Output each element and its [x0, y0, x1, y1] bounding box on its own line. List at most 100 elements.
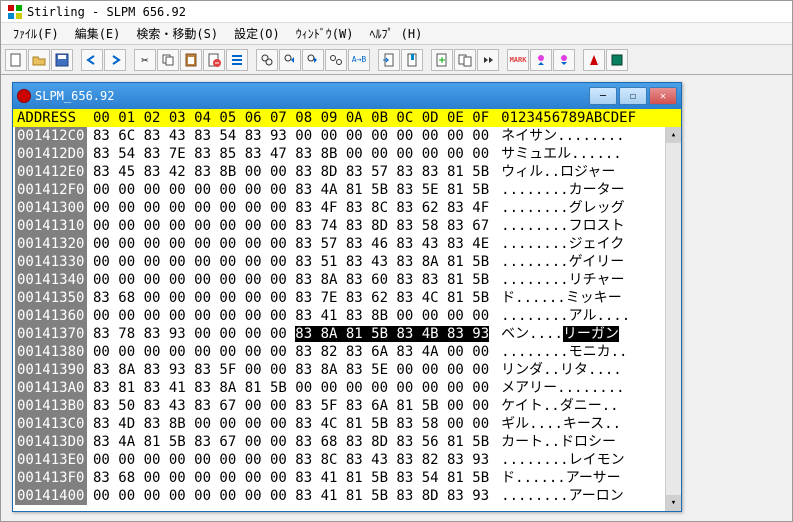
hex-bytes[interactable]: 00 00 00 00 00 00 00 00 83 41 81 5B 83 8…	[87, 487, 489, 505]
hex-bytes[interactable]: 83 6C 83 43 83 54 83 93 00 00 00 00 00 0…	[87, 127, 489, 145]
dup-doc-button[interactable]	[454, 49, 476, 71]
hex-rows[interactable]: 001412C083 6C 83 43 83 54 83 93 00 00 00…	[13, 127, 681, 505]
save-button[interactable]	[51, 49, 73, 71]
ascii-cell[interactable]: ........レイモン	[489, 451, 624, 469]
new-button[interactable]	[5, 49, 27, 71]
find-button[interactable]	[256, 49, 278, 71]
replace-button[interactable]	[325, 49, 347, 71]
hex-bytes[interactable]: 00 00 00 00 00 00 00 00 83 82 83 6A 83 4…	[87, 343, 489, 361]
ascii-cell[interactable]: ........ジェイク	[489, 235, 624, 253]
ascii-cell[interactable]: リンダ..リタ....	[489, 361, 622, 379]
hex-bytes[interactable]: 83 50 83 43 83 67 00 00 83 5F 83 6A 81 5…	[87, 397, 489, 415]
hex-row[interactable]: 001413C083 4D 83 8B 00 00 00 00 83 4C 81…	[15, 415, 679, 433]
scroll-up-button[interactable]: ▴	[666, 127, 681, 143]
scroll-down-button[interactable]: ▾	[666, 495, 681, 511]
hex-bytes[interactable]: 00 00 00 00 00 00 00 00 83 8C 83 43 83 8…	[87, 451, 489, 469]
delete-button[interactable]	[203, 49, 225, 71]
find-next-button[interactable]	[302, 49, 324, 71]
hex-row[interactable]: 0014136000 00 00 00 00 00 00 00 83 41 83…	[15, 307, 679, 325]
ascii-cell[interactable]: ギル....キース..	[489, 415, 621, 433]
close-button[interactable]: ✕	[649, 87, 677, 105]
menu-settings[interactable]: 設定(O)	[226, 23, 288, 44]
hex-row[interactable]: 001412D083 54 83 7E 83 85 83 47 83 8B 00…	[15, 145, 679, 163]
hex-bytes[interactable]: 83 4D 83 8B 00 00 00 00 83 4C 81 5B 83 5…	[87, 415, 489, 433]
menu-file[interactable]: ﾌｧｲﾙ(F)	[5, 23, 67, 44]
copy-button[interactable]	[157, 49, 179, 71]
hex-bytes[interactable]: 00 00 00 00 00 00 00 00 83 51 83 43 83 8…	[87, 253, 489, 271]
document-titlebar[interactable]: SLPM_656.92 ─ ☐ ✕	[13, 83, 681, 109]
paste-button[interactable]	[180, 49, 202, 71]
hex-row[interactable]: 001413B083 50 83 43 83 67 00 00 83 5F 83…	[15, 397, 679, 415]
hex-bytes[interactable]: 00 00 00 00 00 00 00 00 83 74 83 8D 83 5…	[87, 217, 489, 235]
hex-bytes[interactable]: 00 00 00 00 00 00 00 00 83 4F 83 8C 83 6…	[87, 199, 489, 217]
ascii-cell[interactable]: ケイト..ダニー..	[489, 397, 618, 415]
bookmark-button[interactable]	[401, 49, 423, 71]
hex-bytes[interactable]: 83 45 83 42 83 8B 00 00 83 8D 83 57 83 8…	[87, 163, 489, 181]
ascii-cell[interactable]: ........リチャー	[489, 271, 624, 289]
hex-row[interactable]: 0014131000 00 00 00 00 00 00 00 83 74 83…	[15, 217, 679, 235]
jump-button[interactable]	[378, 49, 400, 71]
ascii-cell[interactable]: ド......アーサー	[489, 469, 620, 487]
arrow-button[interactable]	[477, 49, 499, 71]
hex-row[interactable]: 0014134000 00 00 00 00 00 00 00 83 8A 83…	[15, 271, 679, 289]
maximize-button[interactable]: ☐	[619, 87, 647, 105]
ascii-cell[interactable]: ........アル....	[489, 307, 630, 325]
hex-bytes[interactable]: 83 68 00 00 00 00 00 00 83 41 81 5B 83 5…	[87, 469, 489, 487]
hex-bytes[interactable]: 00 00 00 00 00 00 00 00 83 41 83 8B 00 0…	[87, 307, 489, 325]
hex-row[interactable]: 001413F083 68 00 00 00 00 00 00 83 41 81…	[15, 469, 679, 487]
hex-bytes[interactable]: 00 00 00 00 00 00 00 00 83 8A 83 60 83 8…	[87, 271, 489, 289]
find-prev-button[interactable]	[279, 49, 301, 71]
hex-bytes[interactable]: 83 78 83 93 00 00 00 00 83 8A 81 5B 83 4…	[87, 325, 489, 343]
hex-bytes[interactable]: 00 00 00 00 00 00 00 00 83 57 83 46 83 4…	[87, 235, 489, 253]
ascii-cell[interactable]: ネイサン........	[489, 127, 624, 145]
ascii-cell[interactable]: ベン....リーガン	[489, 325, 619, 343]
hex-row[interactable]: 0014133000 00 00 00 00 00 00 00 83 51 83…	[15, 253, 679, 271]
ascii-cell[interactable]: ........アーロン	[489, 487, 624, 505]
undo-button[interactable]	[81, 49, 103, 71]
ab-button[interactable]: A→B	[348, 49, 370, 71]
hex-bytes[interactable]: 83 8A 83 93 83 5F 00 00 83 8A 83 5E 00 0…	[87, 361, 489, 379]
ascii-cell[interactable]: メアリー........	[489, 379, 624, 397]
hex-row[interactable]: 0014132000 00 00 00 00 00 00 00 83 57 83…	[15, 235, 679, 253]
list-button[interactable]	[226, 49, 248, 71]
minimize-button[interactable]: ─	[589, 87, 617, 105]
menu-search[interactable]: 検索・移動(S)	[128, 23, 226, 44]
hex-bytes[interactable]: 83 4A 81 5B 83 67 00 00 83 68 83 8D 83 5…	[87, 433, 489, 451]
hex-bytes[interactable]: 83 54 83 7E 83 85 83 47 83 8B 00 00 00 0…	[87, 145, 489, 163]
ascii-cell[interactable]: ........モニカ..	[489, 343, 627, 361]
ascii-cell[interactable]: ........ゲイリー	[489, 253, 624, 271]
hex-row[interactable]: 0014137083 78 83 93 00 00 00 00 83 8A 81…	[15, 325, 679, 343]
ascii-cell[interactable]: サミュエル......	[489, 145, 622, 163]
book-button[interactable]	[606, 49, 628, 71]
menu-edit[interactable]: 編集(E)	[67, 23, 129, 44]
hex-bytes[interactable]: 83 81 83 41 83 8A 81 5B 00 00 00 00 00 0…	[87, 379, 489, 397]
ascii-cell[interactable]: ド......ミッキー	[489, 289, 622, 307]
open-button[interactable]	[28, 49, 50, 71]
ascii-cell[interactable]: ........グレッグ	[489, 199, 624, 217]
redo-button[interactable]	[104, 49, 126, 71]
menu-help[interactable]: ﾍﾙﾌﾟ (H)	[361, 23, 430, 44]
mark-button[interactable]: MARK	[507, 49, 529, 71]
help-button[interactable]	[583, 49, 605, 71]
ascii-cell[interactable]: ........カーター	[489, 181, 624, 199]
hex-row[interactable]: 0014139083 8A 83 93 83 5F 00 00 83 8A 83…	[15, 361, 679, 379]
hex-row[interactable]: 0014140000 00 00 00 00 00 00 00 83 41 81…	[15, 487, 679, 505]
mark-next-button[interactable]	[553, 49, 575, 71]
hex-bytes[interactable]: 83 68 00 00 00 00 00 00 83 7E 83 62 83 4…	[87, 289, 489, 307]
hex-row[interactable]: 001412F000 00 00 00 00 00 00 00 83 4A 81…	[15, 181, 679, 199]
hex-row[interactable]: 001412C083 6C 83 43 83 54 83 93 00 00 00…	[15, 127, 679, 145]
hex-row[interactable]: 0014138000 00 00 00 00 00 00 00 83 82 83…	[15, 343, 679, 361]
hex-row[interactable]: 001413D083 4A 81 5B 83 67 00 00 83 68 83…	[15, 433, 679, 451]
ascii-cell[interactable]: カート..ドロシー	[489, 433, 616, 451]
menu-window[interactable]: ｳｨﾝﾄﾞｳ(W)	[288, 23, 362, 44]
hex-row[interactable]: 001413A083 81 83 41 83 8A 81 5B 00 00 00…	[15, 379, 679, 397]
hex-row[interactable]: 001412E083 45 83 42 83 8B 00 00 83 8D 83…	[15, 163, 679, 181]
hex-row[interactable]: 001413E000 00 00 00 00 00 00 00 83 8C 83…	[15, 451, 679, 469]
hex-bytes[interactable]: 00 00 00 00 00 00 00 00 83 4A 81 5B 83 5…	[87, 181, 489, 199]
ascii-cell[interactable]: ウィル..ロジャー	[489, 163, 615, 181]
ascii-cell[interactable]: ........フロスト	[489, 217, 624, 235]
hex-view[interactable]: ADDRESS00 01 02 03 04 05 06 07 08 09 0A …	[13, 109, 681, 511]
hex-row[interactable]: 0014130000 00 00 00 00 00 00 00 83 4F 83…	[15, 199, 679, 217]
hex-row[interactable]: 0014135083 68 00 00 00 00 00 00 83 7E 83…	[15, 289, 679, 307]
cut-button[interactable]: ✂	[134, 49, 156, 71]
